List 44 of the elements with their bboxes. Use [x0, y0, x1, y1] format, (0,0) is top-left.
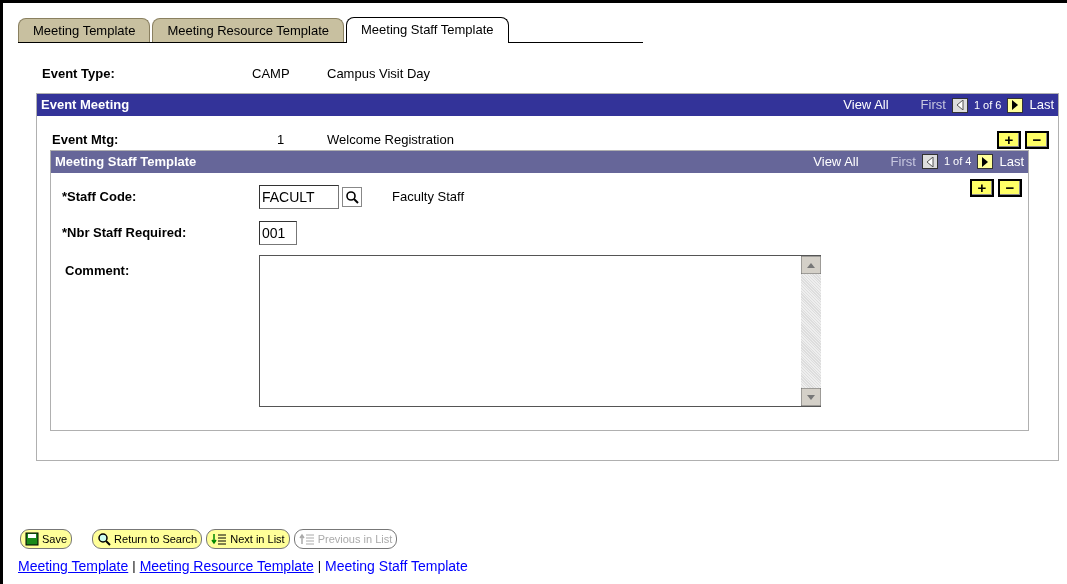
page-link[interactable]: Meeting Template: [18, 556, 129, 577]
group-title: Meeting Staff Template: [55, 152, 197, 171]
field-label: Comment:: [64, 261, 131, 280]
down-arrow-list-icon: [211, 533, 228, 545]
next-in-list-button[interactable]: Next in List: [206, 529, 290, 549]
view-all-link[interactable]: View All: [813, 151, 859, 172]
field-value: 1: [277, 131, 286, 149]
return-to-search-button[interactable]: Return to Search: [92, 529, 203, 549]
lookup-icon[interactable]: [342, 186, 362, 207]
last-link[interactable]: Last: [1029, 95, 1054, 115]
add-row-button[interactable]: +: [970, 178, 994, 197]
search-icon: [97, 532, 112, 546]
field-label: Event Mtg:: [52, 131, 120, 149]
tab[interactable]: Meeting Resource Template: [152, 17, 344, 42]
row-count: 1 of 4: [943, 154, 972, 170]
tab[interactable]: Meeting Template: [18, 17, 151, 42]
first-label: First: [890, 152, 916, 171]
field-label: *Nbr Staff Required:: [62, 223, 188, 242]
view-all-link[interactable]: View All: [843, 95, 889, 115]
add-row-button[interactable]: +: [997, 130, 1021, 149]
field-value: Campus Visit Day: [327, 65, 431, 84]
staff-code-field[interactable]: FACULT: [259, 184, 339, 209]
field-label: *Staff Code:: [62, 187, 138, 206]
last-link[interactable]: Last: [999, 151, 1024, 172]
staff-required-field[interactable]: 001: [259, 220, 297, 245]
link-separator: |: [132, 557, 136, 575]
up-arrow-list-icon: [298, 533, 315, 545]
first-label: First: [920, 96, 946, 115]
delete-row-button[interactable]: −: [1025, 130, 1049, 149]
group-title: Event Meeting: [41, 96, 130, 115]
link-separator: |: [317, 557, 322, 575]
page-link[interactable]: Meeting Staff Template: [325, 556, 468, 577]
save-button[interactable]: Save: [20, 529, 73, 549]
scroll-down-arrow-icon[interactable]: [801, 387, 821, 406]
delete-row-button[interactable]: −: [998, 178, 1022, 197]
field-value: Faculty Staff: [392, 187, 464, 206]
row-count: 1 of 6: [973, 97, 1002, 113]
field-value: Welcome Registration: [327, 131, 454, 149]
scroll-up-arrow-icon[interactable]: [801, 255, 821, 274]
field-label: Event Type:: [42, 65, 116, 84]
tab[interactable]: Meeting Staff Template: [346, 16, 509, 43]
page-link[interactable]: Meeting Resource Template: [139, 556, 314, 577]
field-value: CAMP: [252, 65, 291, 84]
comment-field[interactable]: [259, 254, 821, 407]
